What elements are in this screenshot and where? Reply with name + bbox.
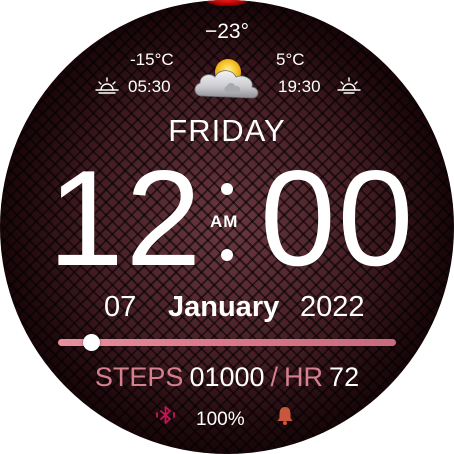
bell-icon[interactable] [274,404,296,426]
hr-label: HR [284,362,324,392]
sunset-time: 19:30 [278,77,321,96]
minute-display: 00 [260,142,416,294]
stats-separator: / [270,362,279,392]
top-indicator-light [205,0,249,6]
watch-face: −23° -15°C 5°C 05:30 19:30 FRIDAY 12 AM … [0,0,454,454]
bluetooth-icon[interactable] [155,404,177,426]
min-temperature: -15°C [130,50,174,69]
current-temperature: −23° [204,20,250,43]
partly-cloudy-icon[interactable] [188,52,268,106]
colon-top-dot [221,183,233,195]
hr-value: 72 [329,362,360,392]
max-temperature: 5°C [276,50,305,69]
date-day: 07 [104,291,137,323]
hour-display: 12 [48,142,204,294]
date-year: 2022 [300,291,365,323]
progress-thumb[interactable] [83,334,101,351]
steps-label: STEPS [94,362,184,392]
ampm-indicator: AM [210,212,239,231]
progress-track[interactable] [58,339,396,346]
sunrise-icon [95,77,119,94]
date-month: January [168,291,280,323]
sunset-icon [337,77,361,94]
colon-bottom-dot [221,249,233,261]
sunrise-time: 05:30 [128,77,171,96]
steps-value: 01000 [189,362,265,392]
activity-stats: STEPS 01000/HR 72 [0,362,454,393]
battery-level: 100% [196,409,245,430]
